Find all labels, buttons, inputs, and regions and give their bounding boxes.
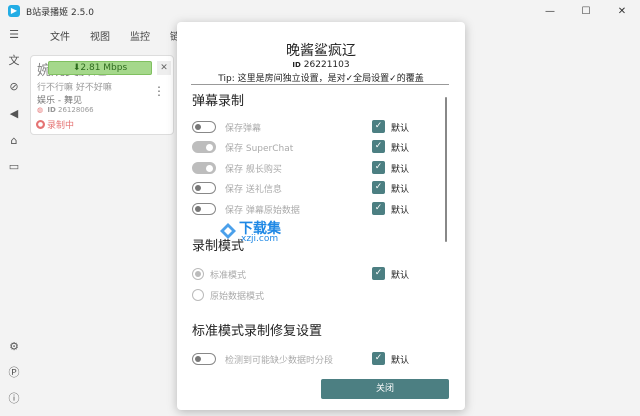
translate-icon[interactable]: 文 bbox=[7, 54, 21, 68]
default-checkbox[interactable]: ✓ bbox=[372, 181, 385, 194]
split-on-missing-toggle[interactable] bbox=[192, 353, 216, 365]
megaphone-icon[interactable]: ◀ bbox=[7, 107, 21, 121]
close-window-button[interactable]: ✕ bbox=[604, 0, 640, 22]
setting-row: 保存 SuperChat ✓ 默认 bbox=[192, 140, 432, 154]
info-icon[interactable]: ⓘ bbox=[7, 392, 21, 406]
setting-label: 保存弹幕 bbox=[225, 124, 262, 134]
setting-row: 保存 舰长购买 ✓ 默认 bbox=[192, 161, 432, 175]
setting-label: 保存 舰长购买 bbox=[225, 165, 282, 175]
wifi-off-icon[interactable]: ⊘ bbox=[7, 80, 21, 94]
dialog-tip: Tip: 这里是房间独立设置，是对✓全局设置✓的覆盖 bbox=[218, 74, 424, 84]
room-settings-dialog: 晚酱鲨疯辽 ID 26221103 Tip: 这里是房间独立设置，是对✓全局设置✓… bbox=[177, 22, 465, 410]
default-checkbox[interactable]: ✓ bbox=[372, 120, 385, 133]
save-guard-toggle[interactable] bbox=[192, 162, 216, 174]
live-signal-icon: ◍ bbox=[37, 106, 44, 114]
mode-label: 标准模式 bbox=[210, 271, 247, 281]
gear-icon[interactable]: ⚙ bbox=[7, 340, 21, 354]
window-title: B站录播姬 2.5.0 bbox=[26, 7, 94, 18]
window-controls: — ☐ ✕ bbox=[532, 0, 640, 22]
save-gift-toggle[interactable] bbox=[192, 182, 216, 194]
car-icon[interactable]: ▭ bbox=[7, 160, 21, 174]
menu-monitor[interactable]: 监控 bbox=[130, 28, 150, 43]
save-danmaku-toggle[interactable] bbox=[192, 121, 216, 133]
default-label: 默认 bbox=[391, 124, 410, 134]
setting-label: 保存 送礼信息 bbox=[225, 185, 282, 195]
watermark: 下载集 xzji.com bbox=[207, 218, 297, 248]
dialog-title: 晚酱鲨疯辽 bbox=[286, 43, 356, 59]
default-label: 默认 bbox=[391, 356, 410, 366]
mode-option: 原始数据模式 bbox=[192, 288, 432, 302]
room-subtitle: 行不行嘛 好不好嘛 bbox=[37, 83, 112, 93]
divider bbox=[191, 84, 449, 85]
maximize-button[interactable]: ☐ bbox=[568, 0, 604, 22]
dialog-scrollbar[interactable] bbox=[445, 97, 447, 242]
dialog-id-label: ID bbox=[292, 61, 301, 69]
dialog-room-id: ID 26221103 bbox=[177, 60, 465, 70]
dialog-room-id-value: 26221103 bbox=[303, 60, 350, 70]
default-label: 默认 bbox=[391, 271, 410, 281]
home-icon[interactable]: ⌂ bbox=[7, 134, 21, 148]
save-raw-danmaku-toggle[interactable] bbox=[192, 203, 216, 215]
mode-label: 原始数据模式 bbox=[210, 292, 265, 302]
raw-mode-radio[interactable] bbox=[192, 289, 204, 301]
setting-row: 保存 弹幕原始数据 ✓ 默认 bbox=[192, 202, 432, 216]
more-options-icon[interactable]: ⋮ bbox=[153, 85, 165, 97]
menu-view[interactable]: 视图 bbox=[90, 28, 110, 43]
room-id: 26128066 bbox=[58, 106, 94, 114]
section-repair: 标准模式录制修复设置 bbox=[192, 324, 323, 339]
setting-row: 检测到可能缺少数据时分段 ✓ 默认 bbox=[192, 352, 432, 366]
save-superchat-toggle[interactable] bbox=[192, 141, 216, 153]
record-icon: ● bbox=[36, 120, 45, 129]
watermark-logo-icon bbox=[220, 223, 236, 239]
default-checkbox[interactable]: ✓ bbox=[372, 140, 385, 153]
default-label: 默认 bbox=[391, 185, 410, 195]
title-bar: ▶ B站录播姬 2.5.0 — ☐ ✕ bbox=[0, 0, 640, 22]
default-checkbox[interactable]: ✓ bbox=[372, 161, 385, 174]
dialog-close-button[interactable]: 关闭 bbox=[321, 379, 449, 399]
left-rail: ☰ 文 ⊘ ◀ ⌂ ▭ ⚙ Ⓟ ⓘ bbox=[0, 22, 28, 416]
default-checkbox[interactable]: ✓ bbox=[372, 267, 385, 280]
room-id-label: ID bbox=[47, 106, 56, 114]
setting-row: 保存 送礼信息 ✓ 默认 bbox=[192, 181, 432, 195]
default-checkbox[interactable]: ✓ bbox=[372, 202, 385, 215]
bitrate-text: 2.81 Mbps bbox=[80, 63, 128, 73]
room-id-line: ◍ ID 26128066 bbox=[37, 106, 94, 114]
mode-option: 标准模式 ✓ 默认 bbox=[192, 267, 432, 281]
setting-row: 保存弹幕 ✓ 默认 bbox=[192, 120, 432, 134]
menu-file[interactable]: 文件 bbox=[50, 28, 70, 43]
card-close-button[interactable]: ✕ bbox=[157, 61, 171, 75]
parking-icon[interactable]: Ⓟ bbox=[7, 366, 21, 380]
room-category: 娱乐 - 舞见 bbox=[37, 96, 82, 106]
bitrate-badge: ⬇2.81 Mbps bbox=[48, 61, 152, 75]
minimize-button[interactable]: — bbox=[532, 0, 568, 22]
app-logo-icon: ▶ bbox=[8, 5, 20, 17]
section-danmaku: 弹幕录制 bbox=[192, 94, 245, 109]
recording-status-text: 录制中 bbox=[47, 121, 75, 131]
default-label: 默认 bbox=[391, 165, 410, 175]
default-label: 默认 bbox=[391, 206, 410, 216]
setting-label: 保存 SuperChat bbox=[225, 144, 294, 154]
recording-status: ● 录制中 bbox=[36, 118, 74, 131]
default-checkbox[interactable]: ✓ bbox=[372, 352, 385, 365]
setting-label: 检测到可能缺少数据时分段 bbox=[225, 356, 334, 366]
watermark-subtext: xzji.com bbox=[241, 234, 279, 244]
standard-mode-radio[interactable] bbox=[192, 268, 204, 280]
setting-label: 保存 弹幕原始数据 bbox=[225, 206, 300, 216]
menu-icon[interactable]: ☰ bbox=[7, 28, 21, 42]
default-label: 默认 bbox=[391, 144, 410, 154]
